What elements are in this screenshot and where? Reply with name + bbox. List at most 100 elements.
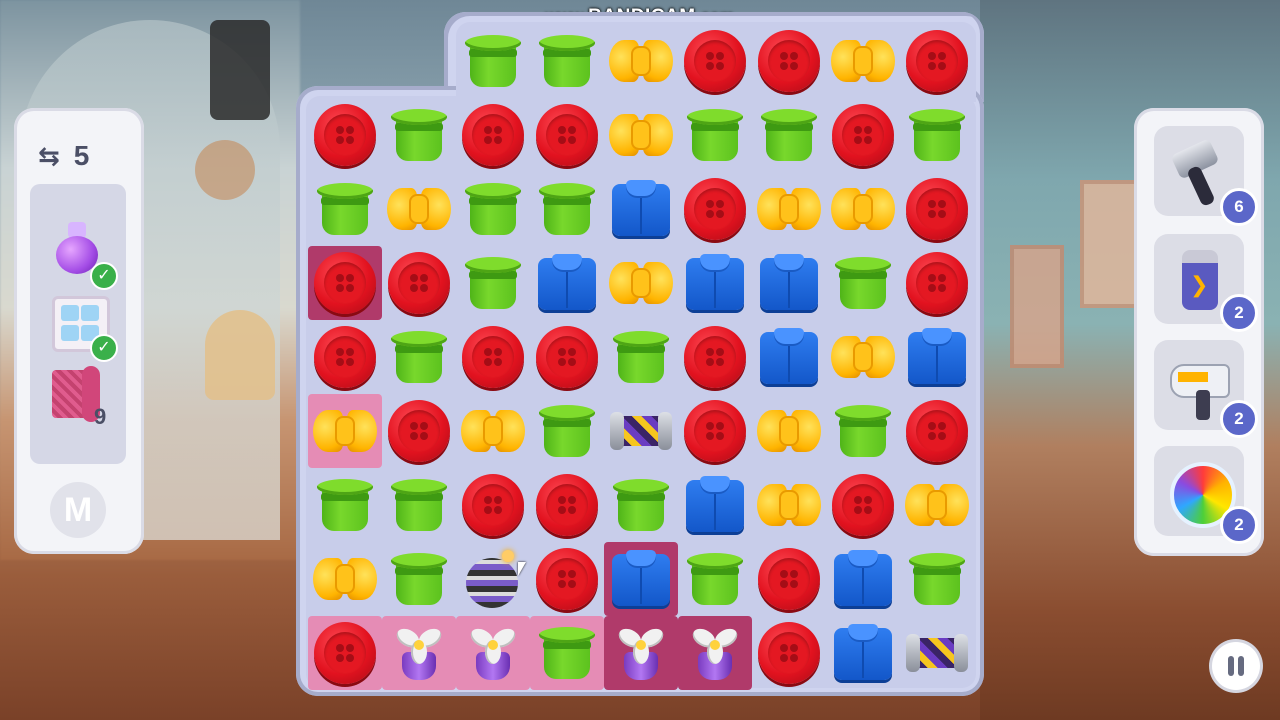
board-cell[interactable] [382, 320, 456, 394]
fan-pot-piece[interactable] [388, 622, 450, 684]
board-cell[interactable] [530, 394, 604, 468]
board-cell[interactable] [604, 172, 678, 246]
green-bucket-piece[interactable] [315, 475, 375, 535]
red-button-piece[interactable] [536, 474, 598, 536]
yellow-bow-piece[interactable] [831, 36, 895, 86]
board-cell[interactable] [604, 24, 678, 98]
board-cell[interactable] [456, 98, 530, 172]
board-cell[interactable] [604, 320, 678, 394]
red-button-piece[interactable] [684, 30, 746, 92]
board-cell[interactable] [900, 24, 974, 98]
board-cell[interactable] [826, 98, 900, 172]
yellow-bow-piece[interactable] [313, 406, 377, 456]
yellow-bow-piece[interactable] [757, 406, 821, 456]
blue-shirt-piece[interactable] [684, 254, 746, 312]
green-bucket-piece[interactable] [611, 475, 671, 535]
board-cell[interactable] [826, 468, 900, 542]
green-bucket-piece[interactable] [537, 179, 597, 239]
board-cell[interactable] [308, 320, 382, 394]
red-button-piece[interactable] [684, 326, 746, 388]
board-cell[interactable] [604, 542, 678, 616]
board-cell[interactable] [826, 542, 900, 616]
board-cell[interactable] [826, 172, 900, 246]
yellow-bow-piece[interactable] [831, 332, 895, 382]
board-cell[interactable] [900, 468, 974, 542]
green-bucket-piece[interactable] [389, 327, 449, 387]
board-cell[interactable] [530, 172, 604, 246]
green-bucket-piece[interactable] [759, 105, 819, 165]
green-bucket-piece[interactable] [685, 549, 745, 609]
board-cell[interactable] [456, 246, 530, 320]
green-bucket-piece[interactable] [833, 401, 893, 461]
board-cell[interactable] [456, 172, 530, 246]
red-button-piece[interactable] [462, 104, 524, 166]
red-button-piece[interactable] [906, 252, 968, 314]
board-cell[interactable] [604, 468, 678, 542]
green-bucket-piece[interactable] [463, 179, 523, 239]
board-cell[interactable] [752, 98, 826, 172]
fan-pot-piece[interactable] [610, 622, 672, 684]
board-cell[interactable] [456, 24, 530, 98]
red-button-piece[interactable] [684, 178, 746, 240]
green-bucket-piece[interactable] [389, 549, 449, 609]
board-cell[interactable] [752, 24, 826, 98]
board-cell[interactable] [826, 616, 900, 690]
red-button-piece[interactable] [758, 30, 820, 92]
board-cell[interactable] [826, 24, 900, 98]
board-cell[interactable] [308, 468, 382, 542]
pause-button[interactable] [1212, 642, 1260, 690]
board-cell[interactable] [752, 394, 826, 468]
green-bucket-piece[interactable] [833, 253, 893, 313]
board-cell[interactable] [678, 98, 752, 172]
board-cell[interactable] [382, 98, 456, 172]
green-bucket-piece[interactable] [315, 179, 375, 239]
yellow-bow-piece[interactable] [609, 258, 673, 308]
board-cell[interactable] [530, 246, 604, 320]
board-cell[interactable] [382, 468, 456, 542]
blue-shirt-piece[interactable] [758, 254, 820, 312]
board-cell[interactable] [382, 172, 456, 246]
red-button-piece[interactable] [536, 326, 598, 388]
green-bucket-piece[interactable] [389, 475, 449, 535]
board-cell[interactable] [308, 246, 382, 320]
red-button-piece[interactable] [462, 326, 524, 388]
red-button-piece[interactable] [388, 400, 450, 462]
yellow-bow-piece[interactable] [609, 36, 673, 86]
red-button-piece[interactable] [906, 178, 968, 240]
board-cell[interactable] [900, 394, 974, 468]
green-bucket-piece[interactable] [907, 105, 967, 165]
board-cell[interactable] [456, 320, 530, 394]
green-bucket-piece[interactable] [463, 31, 523, 91]
blue-shirt-piece[interactable] [758, 328, 820, 386]
bomb-powerup-piece[interactable] [464, 550, 522, 608]
board-cell[interactable] [604, 98, 678, 172]
yellow-bow-piece[interactable] [757, 480, 821, 530]
board-cell[interactable] [308, 394, 382, 468]
yellow-bow-piece[interactable] [757, 184, 821, 234]
green-bucket-piece[interactable] [389, 105, 449, 165]
green-bucket-piece[interactable] [611, 327, 671, 387]
board-cell[interactable] [530, 98, 604, 172]
blue-shirt-piece[interactable] [610, 550, 672, 608]
red-button-piece[interactable] [536, 548, 598, 610]
roller-powerup-piece[interactable] [906, 632, 968, 674]
board-cell[interactable] [752, 616, 826, 690]
red-button-piece[interactable] [832, 474, 894, 536]
board-cell[interactable] [826, 394, 900, 468]
red-button-piece[interactable] [314, 104, 376, 166]
red-button-piece[interactable] [832, 104, 894, 166]
red-button-piece[interactable] [758, 548, 820, 610]
board-cell[interactable] [530, 468, 604, 542]
blue-shirt-piece[interactable] [906, 328, 968, 386]
board-cell[interactable] [604, 246, 678, 320]
board-cell[interactable] [900, 246, 974, 320]
red-button-piece[interactable] [314, 326, 376, 388]
board-cell[interactable] [752, 542, 826, 616]
board-cell[interactable] [308, 542, 382, 616]
board-cell[interactable] [900, 542, 974, 616]
board-cell[interactable] [678, 24, 752, 98]
green-bucket-piece[interactable] [537, 623, 597, 683]
yellow-bow-piece[interactable] [609, 110, 673, 160]
board-cell[interactable] [456, 542, 530, 616]
board-cell[interactable] [678, 542, 752, 616]
